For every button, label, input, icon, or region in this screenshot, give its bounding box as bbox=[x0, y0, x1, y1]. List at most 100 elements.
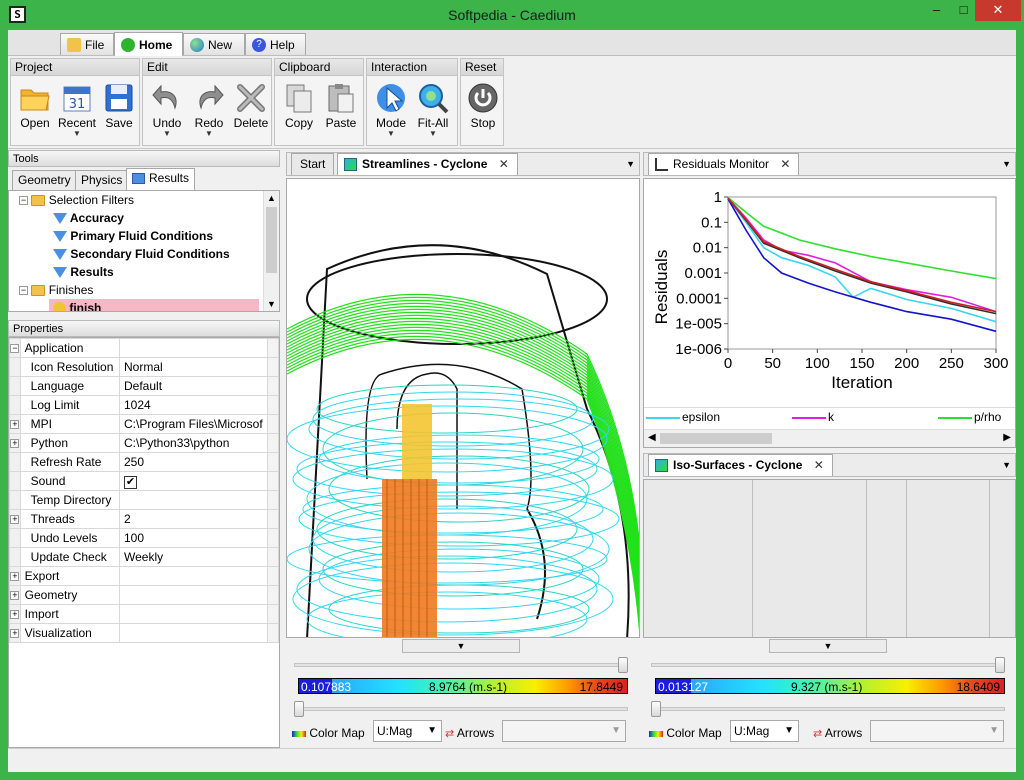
prop-row-update-check[interactable]: Update Check Weekly bbox=[9, 547, 279, 567]
prop-row-import[interactable]: + Import bbox=[9, 604, 279, 624]
sound-checkbox[interactable]: ✔ bbox=[124, 475, 137, 489]
open-button[interactable]: Open bbox=[13, 80, 57, 144]
scroll-right-icon[interactable]: ▶ bbox=[1003, 432, 1011, 443]
prop-value[interactable]: 1024 bbox=[119, 395, 268, 415]
tab-start[interactable]: Start bbox=[291, 153, 335, 175]
collapse-iso-viewport-button[interactable]: ▼ bbox=[769, 639, 887, 653]
iso-bottom-slider[interactable] bbox=[651, 707, 1005, 711]
streamlines-bottom-slider[interactable] bbox=[294, 707, 628, 711]
scroll-up-icon[interactable]: ▲ bbox=[267, 193, 276, 203]
minimize-button[interactable]: – bbox=[923, 0, 950, 21]
collapse-viewport-button[interactable]: ▼ bbox=[402, 639, 520, 653]
redo-button[interactable]: Redo ▼ bbox=[187, 80, 231, 144]
prop-value[interactable]: 2 bbox=[119, 509, 268, 529]
prop-row-threads[interactable]: + Threads 2 bbox=[9, 509, 279, 529]
prop-row-log-limit[interactable]: Log Limit 1024 bbox=[9, 395, 279, 415]
fit-all-dropdown-icon[interactable]: ▼ bbox=[411, 130, 455, 138]
tab-menu-icon[interactable]: ▼ bbox=[1002, 460, 1011, 470]
collapse-toggle-icon[interactable]: − bbox=[19, 196, 28, 206]
tree-item-finish[interactable]: finish bbox=[49, 299, 259, 311]
close-tab-icon[interactable]: ✕ bbox=[814, 455, 824, 476]
tab-iso-surfaces-cyclone[interactable]: Iso-Surfaces - Cyclone ✕ bbox=[648, 454, 833, 476]
iso-color-map-select[interactable]: U:Mag ▼ bbox=[730, 720, 799, 742]
prop-row-temp-directory[interactable]: Temp Directory bbox=[9, 490, 279, 510]
prop-value[interactable]: Normal bbox=[119, 357, 268, 377]
streamlines-top-slider[interactable] bbox=[294, 663, 628, 667]
copy-button[interactable]: Copy bbox=[277, 80, 321, 144]
prop-value[interactable] bbox=[119, 623, 268, 643]
maximize-button[interactable]: □ bbox=[950, 0, 977, 21]
expand-toggle-icon[interactable]: + bbox=[10, 572, 20, 582]
prop-row-visualization[interactable]: + Visualization bbox=[9, 623, 279, 643]
prop-row-python[interactable]: + Python C:\Python33\python bbox=[9, 433, 279, 453]
prop-value[interactable]: 250 bbox=[119, 452, 268, 472]
prop-row-export[interactable]: + Export bbox=[9, 566, 279, 586]
prop-row-refresh-rate[interactable]: Refresh Rate 250 bbox=[9, 452, 279, 472]
undo-dropdown-icon[interactable]: ▼ bbox=[145, 130, 189, 138]
expand-toggle-icon[interactable]: + bbox=[10, 515, 20, 525]
iso-top-slider[interactable] bbox=[651, 663, 1005, 667]
prop-value[interactable] bbox=[119, 490, 268, 510]
iso-arrows-select[interactable]: ▼ bbox=[870, 720, 1004, 742]
legend-scrollbar[interactable]: ◀ ▶ bbox=[644, 429, 1015, 447]
prop-value[interactable] bbox=[119, 566, 268, 586]
tab-new[interactable]: New bbox=[183, 33, 245, 55]
recent-dropdown-icon[interactable]: ▼ bbox=[55, 130, 99, 138]
tree-item-secondary-fluid-conditions[interactable]: Secondary Fluid Conditions bbox=[53, 245, 230, 263]
collapse-toggle-icon[interactable]: − bbox=[10, 344, 20, 354]
iso-surfaces-viewport[interactable] bbox=[643, 479, 1016, 638]
stop-button[interactable]: Stop bbox=[461, 80, 505, 144]
undo-button[interactable]: Undo ▼ bbox=[145, 80, 189, 144]
tree-item-primary-fluid-conditions[interactable]: Primary Fluid Conditions bbox=[53, 227, 213, 245]
recent-button[interactable]: 31 Recent ▼ bbox=[55, 80, 99, 144]
scroll-left-icon[interactable]: ◀ bbox=[648, 432, 656, 443]
prop-value[interactable] bbox=[119, 604, 268, 624]
expand-toggle-icon[interactable]: + bbox=[10, 629, 20, 639]
close-tab-icon[interactable]: ✕ bbox=[780, 154, 790, 175]
streamlines-top-slider-thumb[interactable] bbox=[618, 657, 628, 673]
tab-physics[interactable]: Physics bbox=[75, 170, 129, 190]
delete-button[interactable]: Delete bbox=[229, 80, 273, 144]
redo-dropdown-icon[interactable]: ▼ bbox=[187, 130, 231, 138]
prop-row-language[interactable]: Language Default bbox=[9, 376, 279, 396]
tab-menu-icon[interactable]: ▼ bbox=[1002, 159, 1011, 169]
streamlines-viewport[interactable] bbox=[286, 178, 640, 638]
streamlines-bottom-slider-thumb[interactable] bbox=[294, 701, 304, 717]
collapse-toggle-icon[interactable]: − bbox=[19, 286, 28, 296]
tree-item-selection-filters[interactable]: − Selection Filters bbox=[19, 191, 134, 209]
iso-top-slider-thumb[interactable] bbox=[995, 657, 1005, 673]
scroll-down-icon[interactable]: ▼ bbox=[267, 299, 276, 309]
expand-toggle-icon[interactable]: + bbox=[10, 439, 20, 449]
fit-all-button[interactable]: Fit-All ▼ bbox=[411, 80, 455, 144]
close-tab-icon[interactable]: ✕ bbox=[499, 154, 509, 175]
prop-value[interactable]: C:\Python33\python bbox=[119, 433, 268, 453]
tree-scrollbar[interactable]: ▲ ▼ bbox=[263, 191, 279, 311]
prop-value[interactable] bbox=[119, 338, 268, 358]
scroll-thumb[interactable] bbox=[660, 433, 772, 444]
prop-row-icon-resolution[interactable]: Icon Resolution Normal bbox=[9, 357, 279, 377]
prop-row-application[interactable]: − Application bbox=[9, 338, 279, 358]
prop-row-undo-levels[interactable]: Undo Levels 100 bbox=[9, 528, 279, 548]
prop-value[interactable]: Default bbox=[119, 376, 268, 396]
prop-value[interactable]: Weekly bbox=[119, 547, 268, 567]
expand-toggle-icon[interactable]: + bbox=[10, 610, 20, 620]
tab-results[interactable]: Results bbox=[126, 168, 196, 190]
close-button[interactable]: ✕ bbox=[975, 0, 1021, 21]
mode-dropdown-icon[interactable]: ▼ bbox=[369, 130, 413, 138]
prop-value[interactable]: C:\Program Files\Microsof bbox=[119, 414, 268, 434]
paste-button[interactable]: Paste bbox=[319, 80, 363, 144]
tab-home[interactable]: Home bbox=[114, 32, 183, 56]
mode-button[interactable]: Mode ▼ bbox=[369, 80, 413, 144]
tab-residuals-monitor[interactable]: Residuals Monitor ✕ bbox=[648, 153, 800, 175]
tab-menu-icon[interactable]: ▼ bbox=[626, 159, 635, 169]
color-map-select[interactable]: U:Mag ▼ bbox=[373, 720, 442, 742]
scroll-thumb[interactable] bbox=[266, 207, 277, 273]
tab-file[interactable]: File bbox=[60, 33, 114, 55]
tree-item-accuracy[interactable]: Accuracy bbox=[53, 209, 124, 227]
tab-streamlines-cyclone[interactable]: Streamlines - Cyclone ✕ bbox=[337, 153, 518, 175]
tab-help[interactable]: ? Help bbox=[245, 33, 306, 55]
prop-value[interactable] bbox=[119, 585, 268, 605]
tree-item-finishes[interactable]: − Finishes bbox=[19, 281, 93, 299]
prop-row-geometry[interactable]: + Geometry bbox=[9, 585, 279, 605]
prop-row-sound[interactable]: Sound ✔ bbox=[9, 471, 279, 491]
